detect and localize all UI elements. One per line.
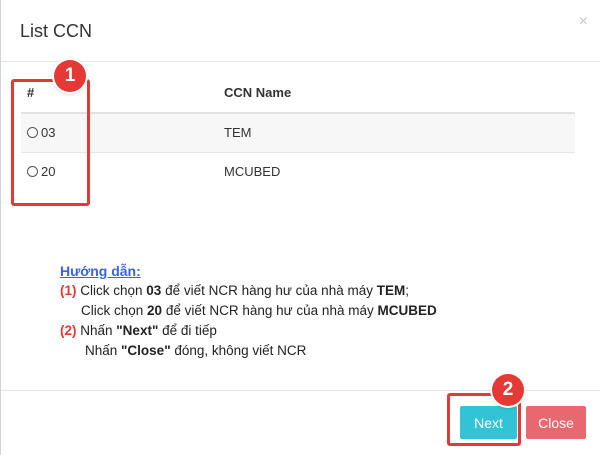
modal-title: List CCN: [20, 21, 93, 41]
ccn-name: TEM: [218, 112, 575, 152]
list-ccn-modal: List CCN × # CCN Name 03 TEM 20 MCUBED 1…: [0, 0, 600, 455]
guide-text: để viết NCR hàng hư của nhà máy: [162, 303, 378, 318]
table-row[interactable]: 20 MCUBED: [21, 151, 575, 191]
guide-text: Click chọn: [76, 283, 147, 298]
guide-line-2: Click chọn 20 để viết NCR hàng hư của nh…: [60, 301, 437, 321]
ccn-name: MCUBED: [218, 151, 575, 191]
guide-title: Hướng dẫn:: [60, 263, 141, 279]
guide-text: đóng, không viết NCR: [170, 343, 307, 358]
guide-line-3: (2) Nhấn "Next" để đi tiếp: [60, 321, 437, 341]
guide-button-name: "Next": [116, 323, 159, 338]
close-icon[interactable]: ×: [579, 14, 588, 30]
guide-line-4: Nhấn "Close" đóng, không viết NCR: [60, 341, 437, 361]
guide-code: 20: [147, 303, 163, 318]
guide-text: ;: [405, 283, 409, 298]
guide-text: Nhấn: [85, 343, 122, 358]
column-header-ccn-name: CCN Name: [218, 73, 575, 114]
guide-text: để đi tiếp: [158, 323, 217, 338]
ccn-table: # CCN Name 03 TEM 20 MCUBED: [21, 73, 575, 191]
step-1-badge: 1: [54, 60, 86, 92]
guide-plant: MCUBED: [377, 303, 437, 318]
guide-text: để viết NCR hàng hư của nhà máy: [161, 283, 377, 298]
table-row[interactable]: 03 TEM: [21, 112, 575, 152]
guide-plant: TEM: [376, 283, 406, 298]
step-number: (1): [60, 283, 77, 298]
guide-code: 03: [146, 283, 162, 298]
instructions: Hướng dẫn: (1) Click chọn 03 để viết NCR…: [60, 261, 437, 361]
guide-line-1: (1) Click chọn 03 để viết NCR hàng hư củ…: [60, 281, 437, 301]
guide-text: Click chọn: [81, 303, 148, 318]
guide-text: Nhấn: [76, 323, 117, 338]
step-2-badge: 2: [492, 374, 524, 406]
step-number: (2): [60, 323, 77, 338]
table-header-row: # CCN Name: [21, 73, 575, 114]
modal-header: List CCN ×: [1, 0, 600, 62]
close-button[interactable]: Close: [526, 406, 586, 439]
guide-button-name: "Close": [121, 343, 171, 358]
highlight-box-radio-column: [11, 79, 90, 206]
